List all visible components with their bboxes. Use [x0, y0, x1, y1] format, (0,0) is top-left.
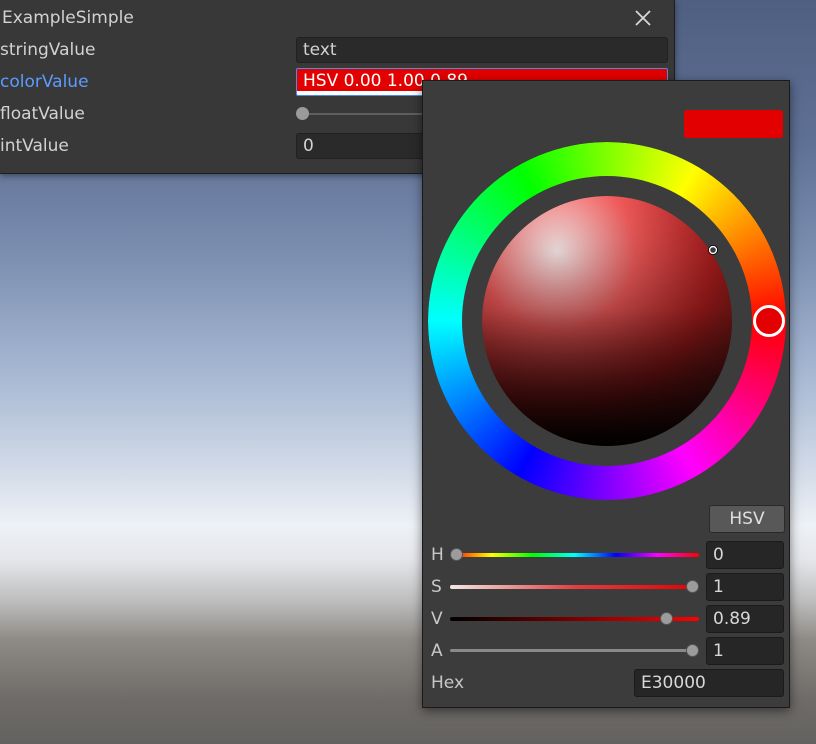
alpha-label: A: [431, 641, 443, 661]
hue-wheel[interactable]: [423, 81, 789, 511]
string-value-row: stringValue text: [0, 36, 674, 68]
saturation-slider-handle[interactable]: [686, 580, 699, 593]
color-value-label: colorValue: [0, 72, 89, 92]
float-value-slider-handle[interactable]: [296, 107, 309, 120]
value-input[interactable]: 0.89: [706, 605, 784, 633]
string-value-label: stringValue: [0, 40, 96, 60]
saturation-label: S: [431, 577, 442, 597]
saturation-slider-track[interactable]: [450, 585, 699, 589]
hue-slider-handle[interactable]: [450, 548, 463, 561]
hue-slider-track[interactable]: [450, 553, 699, 557]
value-slider-handle[interactable]: [660, 612, 673, 625]
close-icon[interactable]: [632, 7, 654, 29]
float-value-label: floatValue: [0, 104, 85, 124]
hex-label: Hex: [431, 673, 465, 693]
hue-label: H: [431, 545, 444, 565]
hue-input[interactable]: 0: [706, 541, 784, 569]
value-label: V: [431, 609, 443, 629]
saturation-value-disc: [482, 196, 732, 446]
alpha-slider-handle[interactable]: [686, 644, 699, 657]
color-mode-button[interactable]: HSV: [709, 505, 785, 533]
alpha-input[interactable]: 1: [706, 637, 784, 665]
saturation-input[interactable]: 1: [706, 573, 784, 601]
int-value-label: intValue: [0, 136, 69, 156]
window-title: ExampleSimple: [2, 8, 134, 28]
hex-input[interactable]: E30000: [634, 669, 784, 697]
string-value-input[interactable]: text: [296, 37, 668, 63]
color-picker-popup: HSV H 0 S 1 V 0.89 A 1 Hex E30000: [422, 80, 790, 708]
alpha-slider-track[interactable]: [450, 649, 699, 652]
window-titlebar: ExampleSimple: [0, 0, 674, 36]
hue-handle: [753, 305, 785, 337]
